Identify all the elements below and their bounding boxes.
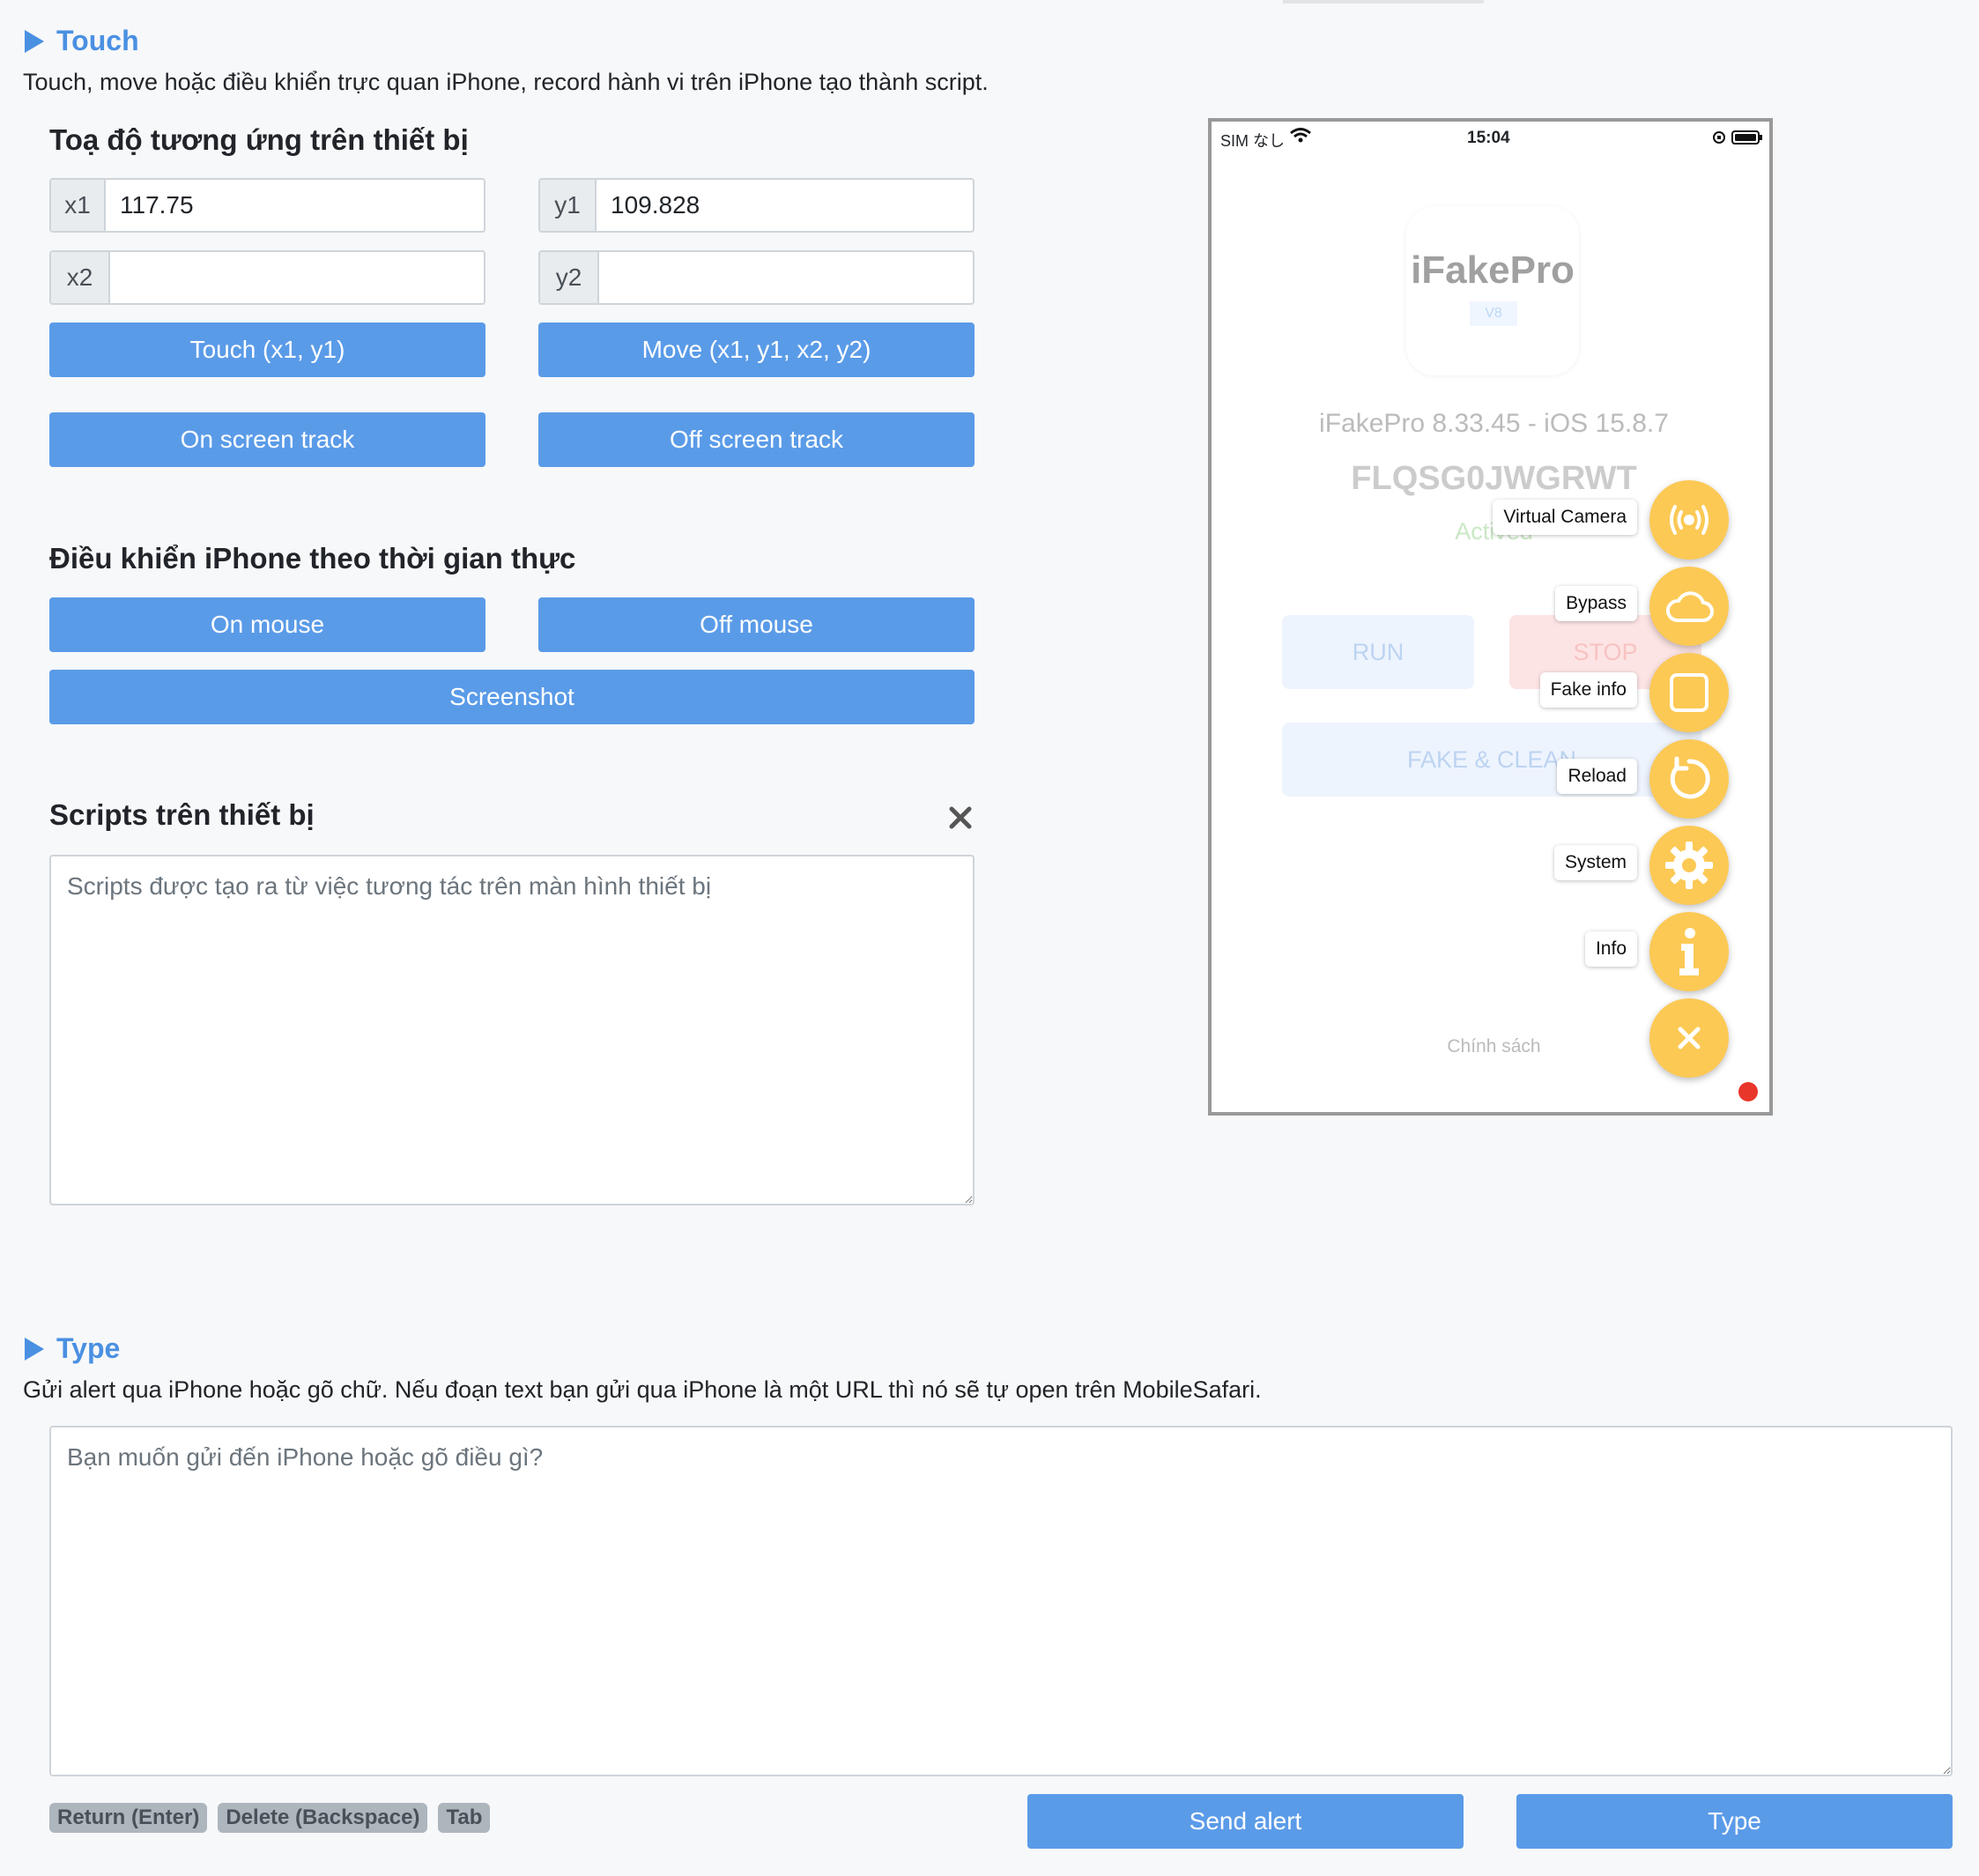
run-button[interactable]: RUN	[1282, 615, 1474, 689]
type-description: Gửi alert qua iPhone hoặc gõ chữ. Nếu đo…	[23, 1376, 1262, 1403]
move-button[interactable]: Move (x1, y1, x2, y2)	[538, 323, 975, 377]
wifi-icon	[1289, 127, 1312, 149]
x2-label: x2	[51, 252, 110, 303]
y2-input[interactable]	[599, 252, 973, 303]
fake-clean-button[interactable]: FAKE & CLEAN	[1282, 723, 1701, 797]
app-logo-badge: V8	[1470, 301, 1517, 326]
orientation-lock-icon	[1712, 130, 1726, 149]
on-screen-track-button[interactable]: On screen track	[49, 412, 485, 467]
menu-label-bypass[interactable]: Bypass	[1555, 586, 1637, 621]
on-mouse-button[interactable]: On mouse	[49, 597, 485, 652]
menu-label-info[interactable]: Info	[1584, 931, 1637, 967]
menu-label-virtual-camera[interactable]: Virtual Camera	[1493, 500, 1637, 535]
battery-icon	[1731, 130, 1763, 150]
send-alert-button[interactable]: Send alert	[1027, 1794, 1464, 1849]
touch-section-title[interactable]: Touch	[25, 25, 139, 57]
menu-label-fake-info[interactable]: Fake info	[1539, 672, 1637, 708]
record-dot-icon	[1738, 1082, 1758, 1101]
type-button[interactable]: Type	[1516, 1794, 1953, 1849]
gear-icon[interactable]	[1649, 826, 1729, 905]
coords-heading: Toạ độ tương ứng trên thiết bị	[49, 123, 469, 156]
app-logo-text: iFakePro	[1411, 248, 1575, 292]
x1-input[interactable]	[106, 180, 484, 231]
y2-input-group: y2	[538, 250, 975, 305]
close-icon[interactable]	[946, 804, 975, 832]
y1-label: y1	[540, 180, 597, 231]
type-section-title[interactable]: Type	[25, 1332, 120, 1365]
app-logo: iFakePro V8	[1406, 206, 1579, 375]
realtime-heading: Điều khiển iPhone theo thời gian thực	[49, 542, 576, 575]
close-menu-icon[interactable]	[1649, 998, 1729, 1078]
top-divider	[1283, 0, 1484, 4]
x2-input[interactable]	[110, 252, 484, 303]
menu-label-system[interactable]: System	[1553, 845, 1637, 880]
return-key-button[interactable]: Return (Enter)	[49, 1803, 208, 1833]
y1-input[interactable]	[597, 180, 973, 231]
type-textarea[interactable]	[49, 1426, 1953, 1776]
touch-button[interactable]: Touch (x1, y1)	[49, 323, 485, 377]
y1-input-group: y1	[538, 178, 975, 233]
reload-icon[interactable]	[1649, 739, 1729, 819]
status-time: 15:04	[1467, 129, 1510, 147]
key-buttons: Return (Enter) Delete (Backspace) Tab	[49, 1803, 491, 1833]
expand-triangle-icon	[25, 1337, 44, 1361]
touch-title-text: Touch	[56, 25, 139, 56]
off-mouse-button[interactable]: Off mouse	[538, 597, 975, 652]
tab-key-button[interactable]: Tab	[438, 1803, 491, 1833]
phone-screen[interactable]: SIM なし 15:04 iFakePro V8 iFakePro 8.33.4…	[1208, 118, 1773, 1116]
broadcast-icon[interactable]	[1649, 480, 1729, 560]
cloud-icon[interactable]	[1649, 567, 1729, 646]
type-title-text: Type	[56, 1332, 121, 1364]
x1-label: x1	[51, 180, 106, 231]
version-text: iFakePro 8.33.45 - iOS 15.8.7	[1319, 409, 1669, 438]
scripts-textarea[interactable]	[49, 855, 975, 1205]
screenshot-button[interactable]: Screenshot	[49, 670, 975, 724]
expand-triangle-icon	[25, 29, 44, 53]
touch-description: Touch, move hoặc điều khiển trực quan iP…	[23, 69, 989, 95]
scripts-heading: Scripts trên thiết bị	[49, 798, 315, 831]
y2-label: y2	[540, 252, 599, 303]
x1-input-group: x1	[49, 178, 485, 233]
delete-key-button[interactable]: Delete (Backspace)	[218, 1803, 428, 1833]
menu-label-reload[interactable]: Reload	[1557, 759, 1637, 794]
carrier-text: SIM なし	[1220, 132, 1286, 150]
off-screen-track-button[interactable]: Off screen track	[538, 412, 975, 467]
info-icon[interactable]	[1649, 912, 1729, 991]
x2-input-group: x2	[49, 250, 485, 305]
square-icon[interactable]	[1649, 653, 1729, 732]
